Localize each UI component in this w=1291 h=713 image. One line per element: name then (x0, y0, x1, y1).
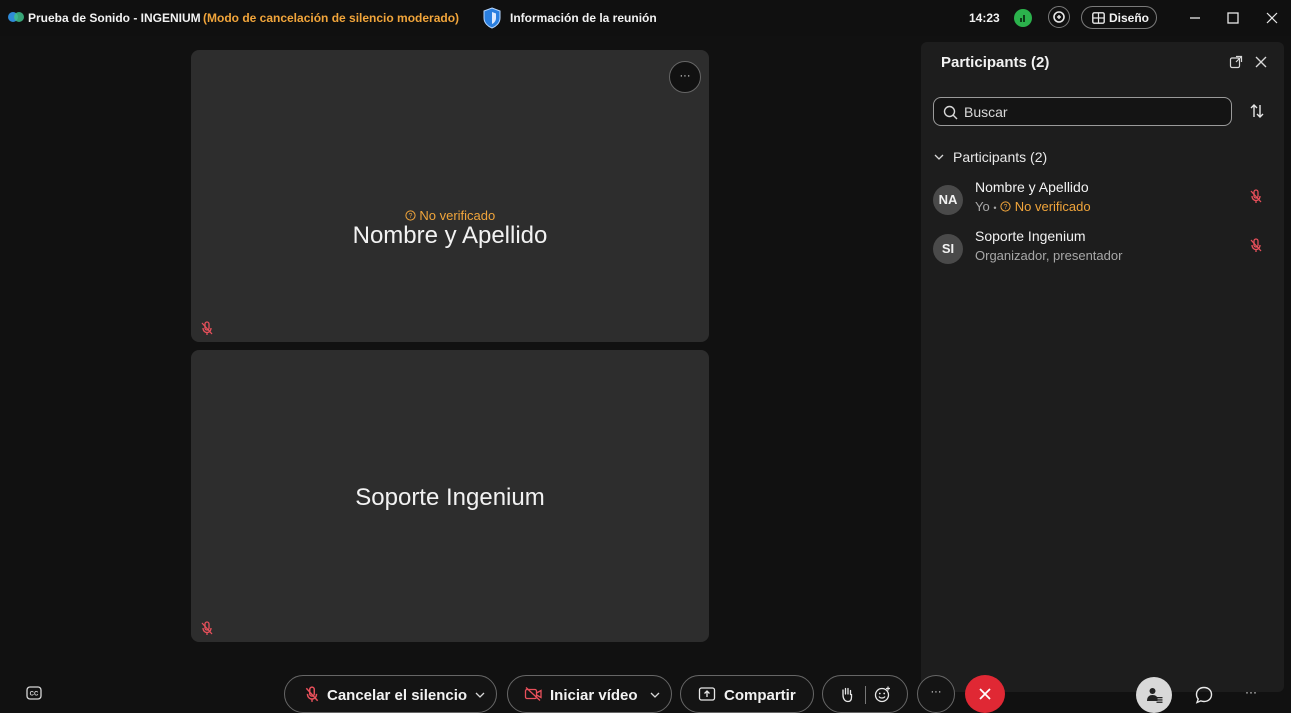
verification-status: ? No verificado (1000, 199, 1091, 214)
question-circle-icon: ? (1000, 201, 1011, 212)
meeting-info-link[interactable]: Información de la reunión (510, 11, 657, 25)
verification-label: No verificado (1014, 199, 1091, 214)
reaction-icon[interactable] (874, 686, 891, 703)
microphone-muted-icon (304, 686, 320, 703)
participant-role: Organizador, presentador (975, 248, 1123, 263)
participant-row[interactable]: SI Soporte Ingenium Organizador, present… (931, 226, 1276, 270)
microphone-muted-icon[interactable] (1249, 189, 1263, 204)
noise-mode-label[interactable]: (Modo de cancelación de silencio moderad… (203, 11, 459, 25)
meeting-title: Prueba de Sonido - INGENIUM (28, 11, 201, 25)
participants-button[interactable] (1136, 677, 1172, 713)
participant-role: Yo (975, 199, 990, 214)
question-circle-icon: ? (405, 210, 416, 221)
participants-panel: Participants (2) Participants (2) NA Nom… (921, 42, 1284, 692)
svg-text:CC: CC (30, 692, 39, 698)
clock: 14:23 (969, 11, 1000, 25)
end-call-button[interactable] (965, 675, 1005, 713)
start-video-label: Iniciar vídeo (550, 687, 638, 704)
end-call-icon (977, 686, 993, 702)
avatar: SI (933, 234, 963, 264)
tile-more-button[interactable]: ··· (669, 61, 701, 93)
captions-icon[interactable]: CC (26, 686, 42, 700)
zoom-icon[interactable] (1048, 6, 1070, 28)
raise-hand-icon[interactable] (840, 686, 854, 703)
section-label: Participants (2) (953, 149, 1048, 165)
popout-icon[interactable] (1229, 55, 1243, 69)
layout-button[interactable]: Diseño (1081, 6, 1157, 29)
layout-label: Diseño (1109, 11, 1150, 25)
title-bar: Prueba de Sonido - INGENIUM (Modo de can… (0, 0, 1291, 36)
share-icon (698, 686, 716, 702)
minimize-icon[interactable] (1185, 8, 1205, 28)
tile-verification-label: No verificado (419, 208, 496, 223)
more-label: ··· (930, 686, 942, 698)
maximize-icon[interactable] (1223, 8, 1243, 28)
chevron-down-icon[interactable] (649, 690, 661, 700)
chat-icon[interactable] (1194, 685, 1214, 705)
close-panel-icon[interactable] (1254, 55, 1268, 69)
microphone-muted-icon[interactable] (1249, 238, 1263, 253)
chevron-down-icon (933, 152, 945, 162)
svg-text:?: ? (1004, 204, 1008, 211)
unmute-button[interactable]: Cancelar el silencio (284, 675, 497, 713)
tile-verification-status: ? No verificado (191, 208, 709, 223)
search-icon (943, 105, 958, 120)
participant-subtitle: Yo • ? No verificado (975, 199, 1091, 214)
avatar: NA (933, 185, 963, 215)
unmute-label: Cancelar el silencio (327, 687, 468, 704)
sort-icon[interactable] (1249, 103, 1265, 119)
layout-grid-icon (1092, 12, 1105, 24)
more-options-button[interactable]: ··· (917, 675, 955, 713)
chevron-down-icon[interactable] (474, 690, 486, 700)
close-icon[interactable] (1262, 8, 1282, 28)
network-icon[interactable] (1014, 9, 1032, 27)
more-menu-button[interactable]: ··· (1245, 685, 1257, 699)
start-video-button[interactable]: Iniciar vídeo (507, 675, 672, 713)
webex-logo-icon (8, 9, 24, 25)
participant-name: Soporte Ingenium (975, 228, 1086, 244)
panel-title: Participants (2) (941, 54, 1050, 71)
svg-text:?: ? (408, 213, 412, 220)
search-field[interactable] (933, 97, 1232, 126)
participants-icon (1145, 686, 1163, 704)
divider (865, 686, 866, 704)
separator-dot: • (993, 203, 997, 213)
video-tile-host[interactable]: Soporte Ingenium (191, 350, 709, 642)
tile-participant-name: Soporte Ingenium (355, 484, 545, 511)
shield-icon[interactable] (482, 7, 502, 29)
video-tile-self[interactable]: ··· Nombre y Apellido ? No verificado (191, 50, 709, 342)
video-off-icon (524, 686, 543, 702)
share-button[interactable]: Compartir (680, 675, 814, 713)
share-label: Compartir (724, 687, 796, 704)
search-input[interactable] (964, 102, 1214, 122)
participant-row[interactable]: NA Nombre y Apellido Yo • ? No verificad… (931, 177, 1276, 221)
reactions-group (822, 675, 908, 713)
participant-name: Nombre y Apellido (975, 179, 1089, 195)
microphone-muted-icon (200, 621, 214, 636)
microphone-muted-icon (200, 321, 214, 336)
tile-participant-name: Nombre y Apellido (352, 222, 548, 249)
